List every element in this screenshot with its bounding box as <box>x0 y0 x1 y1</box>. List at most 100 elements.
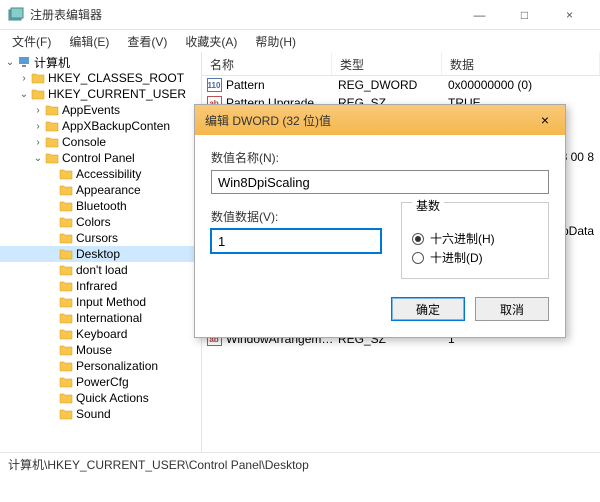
window-title: 注册表编辑器 <box>30 6 457 23</box>
tree-label: Colors <box>76 215 111 229</box>
statusbar: 计算机\HKEY_CURRENT_USER\Control Panel\Desk… <box>0 452 600 474</box>
tree-label: Infrared <box>76 279 117 293</box>
folder-icon <box>58 215 74 229</box>
tree-label: Mouse <box>76 343 112 357</box>
folder-icon <box>30 87 46 101</box>
expand-icon[interactable]: › <box>32 137 44 148</box>
folder-icon <box>58 199 74 213</box>
tree-item-colors[interactable]: Colors <box>0 214 201 230</box>
ok-button[interactable]: 确定 <box>391 297 465 321</box>
tree-label: Console <box>62 135 106 149</box>
value-row[interactable]: 110PatternREG_DWORD0x00000000 (0) <box>202 76 600 94</box>
tree-label: HKEY_CLASSES_ROOT <box>48 71 184 85</box>
folder-icon <box>44 103 60 117</box>
folder-icon <box>30 71 46 85</box>
list-header: 名称 类型 数据 <box>202 52 600 76</box>
tree-label: Input Method <box>76 295 146 309</box>
radio-dec-label: 十进制(D) <box>430 249 483 266</box>
tree-view[interactable]: ⌄ 计算机 › HKEY_CLASSES_ROOT⌄HKEY_CURRENT_USER… <box>0 52 202 452</box>
folder-icon <box>44 151 60 165</box>
radio-dec[interactable]: 十进制(D) <box>412 249 538 266</box>
cancel-button[interactable]: 取消 <box>475 297 549 321</box>
minimize-button[interactable]: — <box>457 0 502 30</box>
tree-item-input-method[interactable]: Input Method <box>0 294 201 310</box>
folder-icon <box>58 247 74 261</box>
menu-view[interactable]: 查看(V) <box>119 31 175 52</box>
radio-hex[interactable]: 十六进制(H) <box>412 230 538 247</box>
dialog-title: 编辑 DWORD (32 位)值 <box>205 112 535 129</box>
tree-label: Personalization <box>76 359 158 373</box>
radio-hex-dot <box>412 233 424 245</box>
menu-edit[interactable]: 编辑(E) <box>61 31 117 52</box>
dialog-close-button[interactable]: × <box>535 112 555 128</box>
tree-label: International <box>76 311 142 325</box>
tree-item-sound[interactable]: Sound <box>0 406 201 422</box>
expand-icon[interactable]: ⌄ <box>18 89 30 100</box>
tree-label: Keyboard <box>76 327 127 341</box>
tree-item-cursors[interactable]: Cursors <box>0 230 201 246</box>
tree-label: Bluetooth <box>76 199 127 213</box>
value-name: Pattern <box>226 78 338 92</box>
expand-icon[interactable]: › <box>18 73 30 84</box>
col-data[interactable]: 数据 <box>442 52 600 75</box>
tree-label: Desktop <box>76 247 120 261</box>
col-type[interactable]: 类型 <box>332 52 442 75</box>
expand-icon[interactable]: ⌄ <box>4 57 16 68</box>
value-type: REG_DWORD <box>338 78 448 92</box>
tree-label: AppEvents <box>62 103 120 117</box>
folder-icon <box>58 167 74 181</box>
tree-item--[interactable]: ⌄ 计算机 <box>0 54 201 70</box>
tree-item-infrared[interactable]: Infrared <box>0 278 201 294</box>
tree-item-bluetooth[interactable]: Bluetooth <box>0 198 201 214</box>
expand-icon[interactable]: › <box>32 121 44 132</box>
menu-help[interactable]: 帮助(H) <box>247 31 304 52</box>
tree-item-quick-actions[interactable]: Quick Actions <box>0 390 201 406</box>
folder-icon <box>58 407 74 421</box>
tree-item-hkey-current-user[interactable]: ⌄HKEY_CURRENT_USER <box>0 86 201 102</box>
tree-label: PowerCfg <box>76 375 129 389</box>
expand-icon[interactable]: › <box>32 105 44 116</box>
edit-dword-dialog: 编辑 DWORD (32 位)值 × 数值名称(N): 数值数据(V): 基数 … <box>194 104 566 338</box>
tree-item-hkey-classes-root[interactable]: › HKEY_CLASSES_ROOT <box>0 70 201 86</box>
tree-label: Cursors <box>76 231 118 245</box>
tree-item-accessibility[interactable]: Accessibility <box>0 166 201 182</box>
tree-item-appxbackupconten[interactable]: ›AppXBackupConten <box>0 118 201 134</box>
tree-item-international[interactable]: International <box>0 310 201 326</box>
folder-icon <box>44 119 60 133</box>
pc-icon <box>16 55 32 69</box>
dialog-titlebar[interactable]: 编辑 DWORD (32 位)值 × <box>195 105 565 135</box>
col-name[interactable]: 名称 <box>202 52 332 75</box>
expand-icon[interactable]: ⌄ <box>32 153 44 164</box>
close-button[interactable]: × <box>547 0 592 30</box>
tree-item-don-t-load[interactable]: don't load <box>0 262 201 278</box>
tree-label: 计算机 <box>34 54 70 71</box>
tree-label: don't load <box>76 263 128 277</box>
value-data-label: 数值数据(V): <box>211 208 381 225</box>
value-data: 0x00000000 (0) <box>448 78 596 92</box>
folder-icon <box>58 263 74 277</box>
folder-icon <box>58 279 74 293</box>
folder-icon <box>58 183 74 197</box>
tree-label: Accessibility <box>76 167 141 181</box>
base-legend: 基数 <box>412 197 444 214</box>
tree-item-control-panel[interactable]: ⌄Control Panel <box>0 150 201 166</box>
regedit-icon <box>8 7 24 23</box>
tree-item-appearance[interactable]: Appearance <box>0 182 201 198</box>
tree-item-desktop[interactable]: Desktop <box>0 246 201 262</box>
maximize-button[interactable]: □ <box>502 0 547 30</box>
menu-file[interactable]: 文件(F) <box>4 31 59 52</box>
tree-label: Quick Actions <box>76 391 149 405</box>
tree-item-appevents[interactable]: › AppEvents <box>0 102 201 118</box>
value-name-input[interactable] <box>211 170 549 194</box>
value-data-input[interactable] <box>211 229 381 253</box>
window-titlebar: 注册表编辑器 — □ × <box>0 0 600 30</box>
tree-item-powercfg[interactable]: PowerCfg <box>0 374 201 390</box>
tree-item-mouse[interactable]: Mouse <box>0 342 201 358</box>
base-fieldset: 基数 十六进制(H) 十进制(D) <box>401 202 549 279</box>
radio-dec-dot <box>412 252 424 264</box>
tree-item-personalization[interactable]: Personalization <box>0 358 201 374</box>
menu-favorites[interactable]: 收藏夹(A) <box>177 31 245 52</box>
tree-label: Appearance <box>76 183 141 197</box>
tree-item-console[interactable]: › Console <box>0 134 201 150</box>
tree-item-keyboard[interactable]: Keyboard <box>0 326 201 342</box>
